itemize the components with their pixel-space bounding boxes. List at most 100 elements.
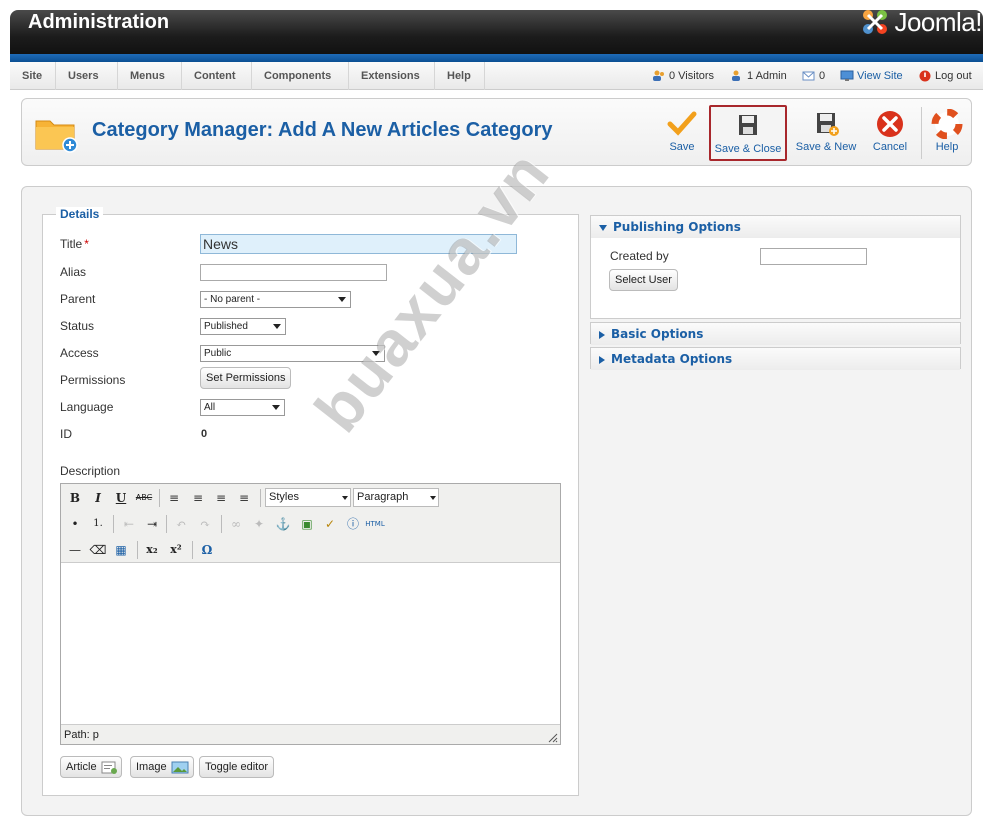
visitors-label: 0 Visitors [669, 70, 715, 82]
menu-components[interactable]: Components [252, 62, 349, 90]
access-select[interactable]: Public [200, 345, 385, 362]
monitor-icon [840, 70, 854, 81]
help-button[interactable]: Help [927, 105, 967, 161]
language-label: Language [60, 400, 114, 414]
publishing-options-header[interactable]: Publishing Options [591, 216, 960, 238]
editor-toolbar: B I U ABC ≡ ≡ ≡ ≡ Styles Paragraph • 1. … [61, 484, 560, 563]
superscript-icon[interactable]: x² [166, 540, 186, 560]
view-site-link[interactable]: View Site [840, 62, 903, 90]
publishing-options-panel: Publishing Options Created by Select Use… [590, 215, 961, 319]
description-label: Description [60, 464, 121, 478]
messages-status[interactable]: 0 [802, 62, 825, 90]
anchor-icon[interactable]: ⚓ [273, 514, 293, 534]
access-label: Access [60, 346, 99, 360]
link-icon[interactable]: ∞ [226, 514, 246, 534]
editor-separator [166, 515, 167, 533]
image-button-label: Image [136, 761, 167, 773]
align-left-icon[interactable]: ≡ [164, 488, 184, 508]
status-select[interactable]: Published [200, 318, 286, 335]
menu-help[interactable]: Help [435, 62, 485, 90]
strikethrough-icon[interactable]: ABC [134, 488, 154, 508]
editor-separator [159, 489, 160, 507]
basic-options-header[interactable]: Basic Options [591, 323, 960, 345]
floppy-disk-icon [739, 115, 757, 135]
chevron-down-icon [342, 496, 348, 500]
basic-options-title: Basic Options [611, 327, 704, 341]
editor-content-area[interactable] [61, 564, 560, 724]
indent-icon[interactable]: ⇥ [142, 514, 162, 534]
id-label: ID [60, 427, 72, 441]
table-icon[interactable]: ▦ [111, 540, 131, 560]
chevron-down-icon [430, 496, 436, 500]
styles-select[interactable]: Styles [265, 488, 351, 507]
checkmark-icon [667, 111, 697, 136]
menu-site[interactable]: Site [10, 62, 56, 90]
outdent-icon[interactable]: ⇤ [119, 514, 139, 534]
chevron-down-icon [272, 405, 280, 410]
editor-path-bar: Path: p [61, 724, 560, 744]
subscript-icon[interactable]: x₂ [142, 540, 162, 560]
bullet-list-icon[interactable]: • [65, 514, 85, 534]
title-input[interactable]: News [200, 234, 517, 254]
menu-users[interactable]: Users [56, 62, 118, 90]
floppy-disk-plus-icon [817, 113, 839, 136]
editor-separator [260, 489, 261, 507]
menu-content[interactable]: Content [182, 62, 252, 90]
logout-link[interactable]: Log out [918, 62, 972, 90]
help-label: Help [935, 141, 959, 153]
save-button[interactable]: Save [660, 105, 704, 161]
undo-icon[interactable]: ↶ [171, 514, 191, 534]
admin-icon [732, 70, 740, 81]
redo-icon[interactable]: ↷ [195, 514, 215, 534]
align-center-icon[interactable]: ≡ [188, 488, 208, 508]
permissions-label: Permissions [60, 373, 126, 387]
format-select-value: Paragraph [357, 491, 409, 503]
save-new-button[interactable]: Save & New [792, 105, 860, 161]
unlink-icon[interactable]: ✦ [249, 514, 269, 534]
insert-image-icon[interactable]: ▣ [297, 514, 317, 534]
save-close-button[interactable]: Save & Close [709, 105, 787, 161]
language-select[interactable]: All [200, 399, 285, 416]
article-button[interactable]: Article [60, 756, 122, 778]
italic-icon[interactable]: I [88, 488, 108, 508]
horizontal-rule-icon[interactable]: — [65, 540, 85, 560]
resize-grip-icon[interactable] [548, 733, 558, 743]
lifebuoy-icon [931, 109, 963, 139]
numbered-list-icon[interactable]: 1. [88, 514, 108, 534]
align-justify-icon[interactable]: ≡ [234, 488, 254, 508]
underline-icon[interactable]: U [111, 488, 131, 508]
alias-label: Alias [60, 265, 87, 279]
id-value: 0 [201, 428, 208, 440]
html-source-icon[interactable]: HTML [365, 514, 385, 534]
image-button[interactable]: Image [130, 756, 194, 778]
special-character-icon[interactable]: Ω [197, 540, 217, 560]
save-close-label: Save & Close [714, 143, 782, 155]
created-by-input[interactable] [760, 248, 867, 265]
toggle-editor-button[interactable]: Toggle editor [199, 756, 274, 778]
menu-bar: Site Users Menus Content Components Exte… [10, 62, 983, 90]
menu-extensions[interactable]: Extensions [349, 62, 435, 90]
details-legend: Details [56, 207, 104, 221]
triangle-right-icon [599, 355, 605, 364]
set-permissions-button[interactable]: Set Permissions [200, 367, 292, 389]
menu-menus[interactable]: Menus [118, 62, 182, 90]
joomla-logo-icon [863, 10, 888, 34]
alias-input[interactable] [200, 264, 387, 281]
image-icon [171, 761, 189, 774]
joomla-logo: Joomla! [860, 6, 982, 38]
select-user-button[interactable]: Select User [609, 269, 678, 291]
parent-select-value: - No parent - [204, 294, 261, 305]
help-circle-icon[interactable]: ⓘ [343, 514, 363, 534]
save-label: Save [669, 141, 695, 153]
save-new-label: Save & New [795, 141, 857, 153]
cancel-button[interactable]: Cancel [867, 105, 913, 161]
metadata-options-header[interactable]: Metadata Options [591, 348, 960, 370]
header-accent-bar [10, 54, 983, 62]
parent-select[interactable]: - No parent - [200, 291, 351, 308]
bold-icon[interactable]: B [65, 488, 85, 508]
title-label: Title * [60, 237, 89, 251]
eraser-icon[interactable]: ⌫ [88, 540, 108, 560]
format-select[interactable]: Paragraph [353, 488, 439, 507]
cleanup-icon[interactable]: ✓ [320, 514, 340, 534]
align-right-icon[interactable]: ≡ [211, 488, 231, 508]
